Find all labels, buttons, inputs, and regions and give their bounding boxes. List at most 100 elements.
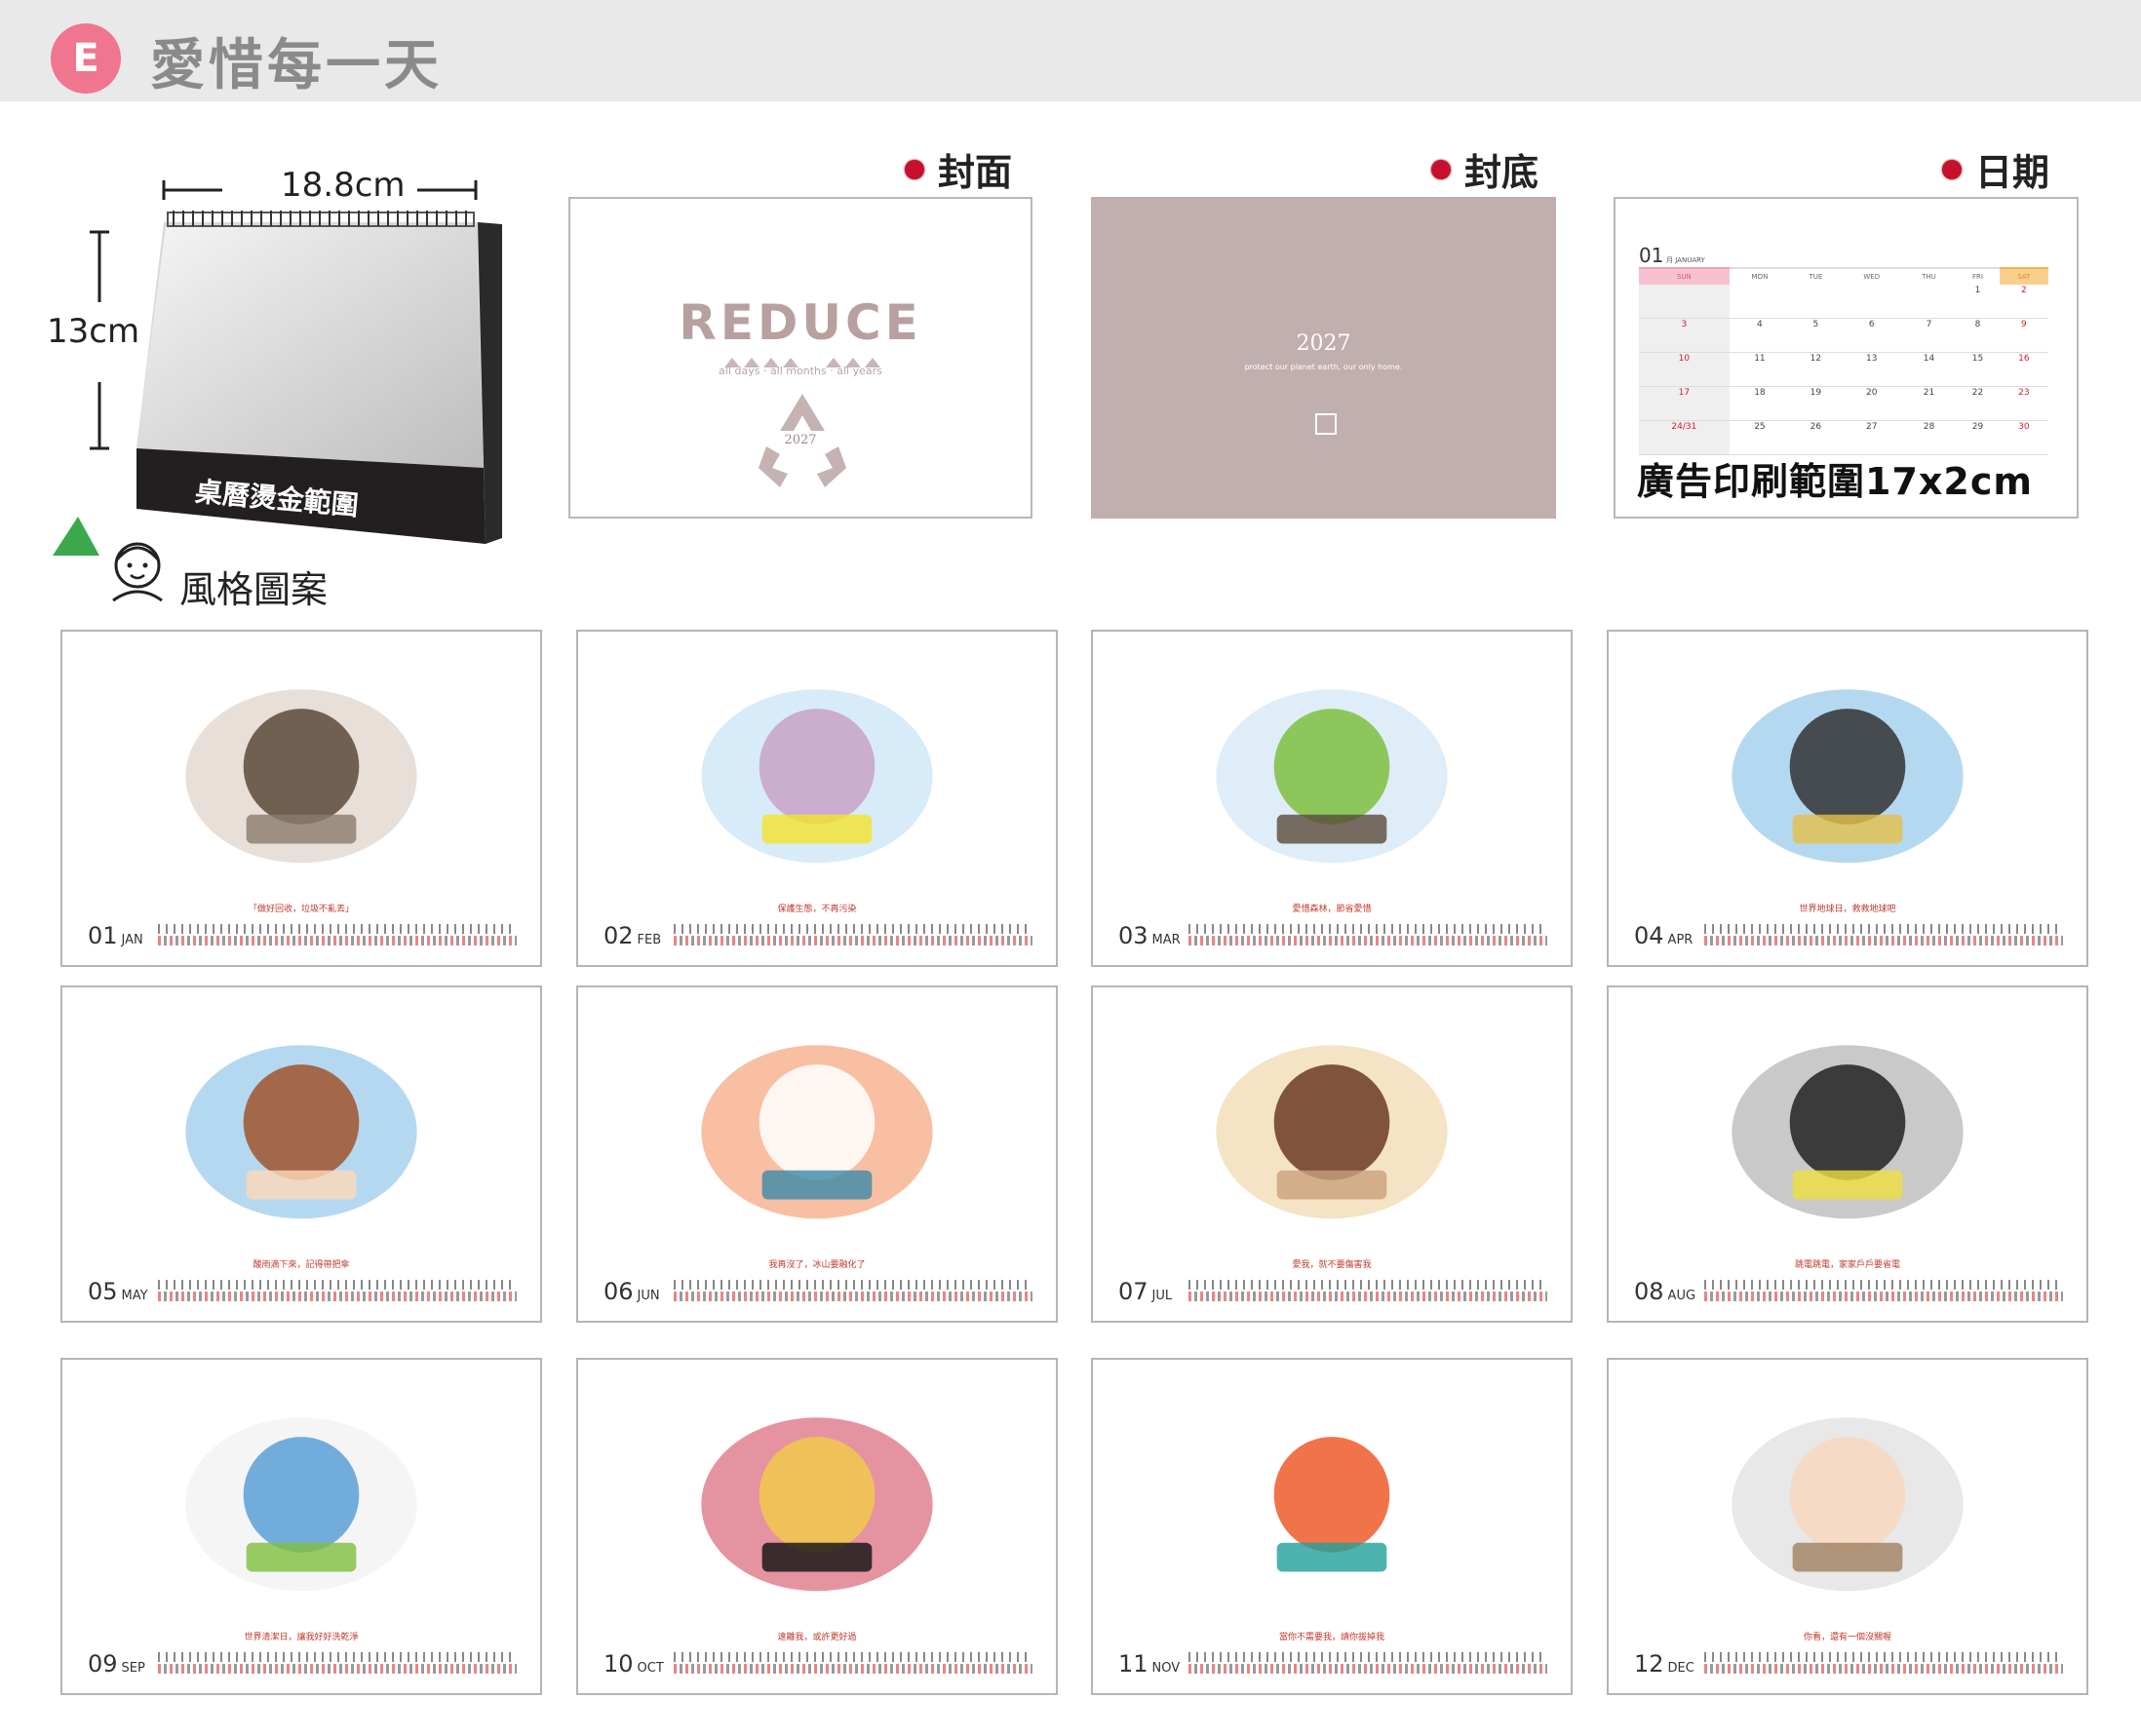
day-strip xyxy=(158,924,517,945)
back-label: 封底 xyxy=(1431,142,1538,196)
cover-tagline: all days · all months · all years xyxy=(719,365,882,377)
month-number: 12 DEC xyxy=(1634,1650,1694,1678)
month-illustration xyxy=(1732,689,1964,864)
date-cell: 1 xyxy=(1956,285,2000,319)
month-number: 09 SEP xyxy=(88,1650,145,1678)
date-cell xyxy=(1901,285,1957,319)
date-cell: 30 xyxy=(1999,420,2048,455)
date-cell: 10 xyxy=(1639,352,1730,387)
date-cell: 12 xyxy=(1790,352,1842,387)
month-number: 08 AUG xyxy=(1634,1278,1696,1305)
day-strip xyxy=(674,1652,1032,1674)
month-caption: 當你不需要我，請你拔掉我 xyxy=(1278,1633,1384,1642)
date-panel[interactable]: 01 月 JANUARY SUN MON TUE WED THU FRI SAT 1 2 3 4 5 6… xyxy=(1614,197,2079,519)
date-cell: 29 xyxy=(1956,420,2000,455)
month-page-06[interactable]: 我再沒了，冰山要融化了 06 JUN xyxy=(576,985,1058,1323)
date-cell: 3 xyxy=(1639,318,1730,353)
month-page-10[interactable]: 遠離我，或許更好過 10 OCT xyxy=(576,1358,1058,1695)
month-caption: 愛我，就不要傷害我 xyxy=(1292,1260,1372,1270)
date-cell: 16 xyxy=(1999,352,2048,387)
month-caption: 「做好回收，垃圾不亂丟」 xyxy=(248,905,354,914)
month-number: 05 MAY xyxy=(88,1278,148,1305)
month-page-12[interactable]: 你看，還有一個沒關喔 12 DEC xyxy=(1607,1358,2088,1695)
month-illustration xyxy=(701,1417,933,1592)
face-icon xyxy=(103,534,172,602)
day-strip xyxy=(674,924,1032,945)
date-cell: 15 xyxy=(1956,352,2000,387)
date-cell: 24/31 xyxy=(1639,420,1730,455)
date-cell: 23 xyxy=(1999,386,2048,421)
month-illustration xyxy=(1216,1417,1448,1592)
day-strip xyxy=(1704,1280,2063,1301)
date-cell: 21 xyxy=(1901,386,1957,421)
red-dot-icon xyxy=(1431,159,1451,179)
month-number: 03 MAR xyxy=(1118,922,1181,949)
ad-print-area-label: 廣告印刷範圍17x2cm xyxy=(1637,460,2033,503)
weekday-header: FRI xyxy=(1956,267,2000,285)
date-grid: SUN MON TUE WED THU FRI SAT 1 2 3 4 5 6 7 8 9 10 11 12 13 14… xyxy=(1639,267,2048,455)
month-page-11[interactable]: 當你不需要我，請你拔掉我 11 NOV xyxy=(1091,1358,1573,1695)
width-label: 18.8cm xyxy=(281,166,406,205)
month-illustration xyxy=(701,689,933,864)
month-page-09[interactable]: 世界清潔日，讓我好好洗乾淨 09 SEP xyxy=(60,1358,542,1695)
month-page-02[interactable]: 保護生態，不再污染 02 FEB xyxy=(576,630,1058,967)
back-year: 2027 xyxy=(1296,331,1351,356)
month-caption: 酸雨滴下來，記得帶把傘 xyxy=(253,1260,350,1270)
month-number: 01 JAN xyxy=(88,922,143,949)
month-caption: 世界地球日，救救地球吧 xyxy=(1799,905,1896,914)
weekday-header: MON xyxy=(1729,267,1791,285)
date-cell: 26 xyxy=(1790,420,1842,455)
back-panel[interactable]: 2027 protect our planet earth, our only … xyxy=(1091,197,1556,519)
date-label: 日期 xyxy=(1942,142,2049,196)
day-strip xyxy=(1704,924,2063,945)
month-caption: 遠離我，或許更好過 xyxy=(777,1633,857,1642)
date-cell: 6 xyxy=(1841,318,1902,353)
month-page-03[interactable]: 愛惜森林，節省愛惜 03 MAR xyxy=(1091,630,1573,967)
style-pattern-label: 風格圖案 xyxy=(179,568,329,611)
day-strip xyxy=(1188,924,1547,945)
month-illustration xyxy=(185,1045,417,1219)
section-title: 愛惜每一天 xyxy=(150,34,443,97)
day-strip xyxy=(158,1280,517,1301)
month-illustration xyxy=(1732,1417,1964,1592)
cover-panel[interactable]: REDUCE all days · all months · all years… xyxy=(568,197,1032,519)
date-cell: 8 xyxy=(1956,318,2000,353)
month-caption: 跳電跳電，家家戶戶要省電 xyxy=(1794,1260,1900,1270)
month-page-07[interactable]: 愛我，就不要傷害我 07 JUL xyxy=(1091,985,1573,1323)
date-cell: 13 xyxy=(1841,352,1902,387)
date-cell: 4 xyxy=(1729,318,1791,353)
date-month-num: 01 xyxy=(1639,244,1664,267)
month-caption: 愛惜森林，節省愛惜 xyxy=(1292,905,1372,914)
cover-word: REDUCE xyxy=(679,294,922,351)
date-cell: 9 xyxy=(1999,318,2048,353)
weekday-header: SAT xyxy=(1999,267,2048,285)
date-cell: 18 xyxy=(1729,386,1791,421)
month-caption: 你看，還有一個沒關喔 xyxy=(1803,1633,1891,1642)
month-illustration xyxy=(185,689,417,864)
date-cell: 7 xyxy=(1901,318,1957,353)
red-dot-icon xyxy=(1942,159,1962,179)
month-illustration xyxy=(701,1045,933,1219)
red-dot-icon xyxy=(905,159,924,179)
weekday-header: THU xyxy=(1901,267,1957,285)
date-cell: 22 xyxy=(1956,386,2000,421)
month-page-08[interactable]: 跳電跳電，家家戶戶要省電 08 AUG xyxy=(1607,985,2088,1323)
cover-label: 封面 xyxy=(905,142,1012,196)
month-number: 10 OCT xyxy=(603,1650,664,1678)
date-cell xyxy=(1841,285,1902,319)
month-number: 11 NOV xyxy=(1118,1650,1181,1678)
month-page-05[interactable]: 酸雨滴下來，記得帶把傘 05 MAY xyxy=(60,985,542,1323)
day-strip xyxy=(1188,1652,1547,1674)
date-month-label: 月 JANUARY xyxy=(1666,256,1705,264)
month-caption: 保護生態，不再污染 xyxy=(777,905,857,914)
day-strip xyxy=(1188,1280,1547,1301)
month-page-01[interactable]: 「做好回收，垃圾不亂丟」 01 JAN xyxy=(60,630,542,967)
month-page-04[interactable]: 世界地球日，救救地球吧 04 APR xyxy=(1607,630,2088,967)
day-strip xyxy=(158,1652,517,1674)
qr-code-icon xyxy=(1315,413,1337,435)
date-cell xyxy=(1729,285,1791,319)
date-cell: 27 xyxy=(1841,420,1902,455)
month-number: 04 APR xyxy=(1634,922,1693,949)
month-number: 07 JUL xyxy=(1118,1278,1173,1305)
date-cell: 2 xyxy=(1999,285,2048,319)
